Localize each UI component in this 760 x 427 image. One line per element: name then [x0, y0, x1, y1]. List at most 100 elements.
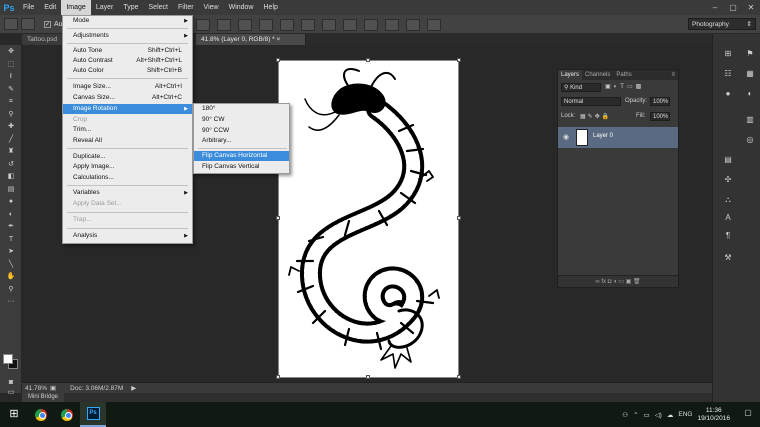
blur-tool-icon[interactable]: ● [3, 197, 19, 207]
pen-tool-icon[interactable]: ✒ [3, 222, 19, 232]
status-arrow-icon[interactable]: ▶ [131, 384, 136, 392]
clone-source-icon[interactable]: ⛬ [721, 194, 735, 206]
transform-handle[interactable] [366, 58, 370, 62]
transform-handle[interactable] [457, 58, 461, 62]
transform-handle[interactable] [366, 375, 370, 379]
document-canvas[interactable] [278, 60, 459, 378]
fill-input[interactable]: 100% [650, 112, 670, 121]
taskbar-photoshop[interactable]: Ps [80, 402, 106, 427]
tool-options-button[interactable] [21, 18, 35, 30]
menu-item-calculations[interactable]: Calculations... [63, 173, 192, 183]
menu-select[interactable]: Select [144, 0, 173, 15]
network-icon[interactable]: ▭ [644, 411, 650, 419]
align-right-button[interactable] [301, 19, 315, 31]
more-tools-icon[interactable]: ··· [3, 297, 19, 307]
distribute-vcenter-button[interactable] [343, 19, 357, 31]
menu-item-image-rotation[interactable]: Image Rotation ▶ [63, 104, 192, 114]
eyedropper-tool-icon[interactable]: ⚲ [3, 110, 19, 120]
swatches-icon[interactable]: ▦ [743, 68, 757, 80]
close-button[interactable]: ✕ [742, 0, 760, 15]
move-tool-preset-button[interactable] [4, 18, 18, 30]
history-brush-tool-icon[interactable]: ↺ [3, 160, 19, 170]
transform-handle[interactable] [457, 375, 461, 379]
tab-layers[interactable]: Layers [558, 70, 583, 80]
distribute-hcenter-button[interactable] [406, 19, 420, 31]
tab-channels[interactable]: Channels [582, 70, 613, 80]
tab-active-document[interactable]: 41.8% (Layer 0, RGB/8) * × [196, 34, 306, 45]
status-menu-icon[interactable]: ▣ [50, 384, 56, 392]
zoom-level[interactable]: 41.78% [22, 385, 47, 392]
align-top-button[interactable] [196, 19, 210, 31]
transform-handle[interactable] [276, 375, 280, 379]
menu-item-rotate-90-ccw[interactable]: 90° CCW [194, 126, 289, 136]
layer-filter-icons[interactable]: ▣◐T▭▩ [605, 83, 644, 90]
volume-icon[interactable]: ◁) [655, 411, 662, 419]
language-indicator[interactable]: ENG [678, 411, 692, 418]
menu-window[interactable]: Window [224, 0, 259, 15]
menu-edit[interactable]: Edit [39, 0, 61, 15]
distribute-top-button[interactable] [322, 19, 336, 31]
dodge-tool-icon[interactable]: ◐ [3, 210, 19, 220]
history-icon[interactable]: ⊞ [721, 48, 735, 60]
adjustments-icon[interactable]: ◐ [743, 88, 757, 100]
menu-item-variables[interactable]: Variables ▶ [63, 188, 192, 198]
menu-item-auto-tone[interactable]: Auto Tone Shift+Ctrl+L [63, 46, 192, 56]
align-hcenter-button[interactable] [280, 19, 294, 31]
foreground-color-swatch[interactable] [3, 354, 13, 364]
align-bottom-button[interactable] [238, 19, 252, 31]
gradient-tool-icon[interactable]: ▤ [3, 185, 19, 195]
menu-item-canvas-size[interactable]: Canvas Size... Alt+Ctrl+C [63, 93, 192, 103]
workspace-select[interactable]: Photography ⇕ [688, 18, 756, 30]
menu-item-flip-horizontal[interactable]: Flip Canvas Horizontal [194, 151, 289, 161]
type-tool-icon[interactable]: T [3, 235, 19, 245]
layer-actions-icons[interactable]: ∞ fx ◘ ◑ ▭ ▣ 🗑 [595, 278, 640, 285]
hand-tool-icon[interactable]: ✋ [3, 272, 19, 282]
menu-image[interactable]: Image [61, 0, 91, 15]
tab-paths[interactable]: Paths [613, 70, 634, 80]
menu-item-auto-color[interactable]: Auto Color Shift+Ctrl+B [63, 66, 192, 76]
opacity-input[interactable]: 100% [650, 97, 670, 106]
menu-type[interactable]: Type [118, 0, 143, 15]
onedrive-icon[interactable]: ☁ [667, 411, 674, 419]
brushes-icon[interactable]: ✣ [721, 174, 735, 186]
channels-icon[interactable]: ◎ [743, 134, 757, 146]
menu-help[interactable]: Help [259, 0, 283, 15]
notifications-icon[interactable]: ▢ [742, 408, 754, 420]
menu-layer[interactable]: Layer [91, 0, 119, 15]
transform-handle[interactable] [457, 216, 461, 220]
eraser-tool-icon[interactable]: ◧ [3, 172, 19, 182]
path-select-tool-icon[interactable]: ➤ [3, 247, 19, 257]
move-tool-icon[interactable]: ✥ [3, 47, 19, 57]
crop-tool-icon[interactable]: ⌗ [3, 97, 19, 107]
paragraph-icon[interactable]: ¶ [721, 230, 735, 242]
menu-item-trim[interactable]: Trim... [63, 125, 192, 135]
blend-mode-select[interactable]: Normal [561, 97, 621, 106]
eye-icon[interactable]: ◉ [563, 133, 569, 141]
quick-mask-icon[interactable]: ◙ [3, 378, 19, 388]
maximize-button[interactable]: ▢ [724, 0, 742, 15]
layer-name[interactable]: Layer 0 [593, 133, 613, 139]
menu-item-rotate-180[interactable]: 180° [194, 104, 289, 114]
menu-item-duplicate[interactable]: Duplicate... [63, 152, 192, 162]
align-left-button[interactable] [259, 19, 273, 31]
layer-filter-select[interactable]: ⚲ Kind [561, 83, 601, 92]
menu-item-reveal-all[interactable]: Reveal All [63, 136, 192, 146]
panel-menu-icon[interactable]: ≡ [671, 70, 678, 80]
distribute-right-button[interactable] [427, 19, 441, 31]
chevron-up-icon[interactable]: ⌃ [633, 411, 638, 419]
color-icon[interactable]: ⚑ [743, 48, 757, 60]
brush-presets-icon[interactable]: ▤ [721, 154, 735, 166]
styles-icon[interactable]: ▥ [743, 114, 757, 126]
shape-tool-icon[interactable]: ╲ [3, 260, 19, 270]
layer-row[interactable]: ◉ Layer 0 [558, 127, 678, 148]
taskbar-chrome-1[interactable] [28, 402, 54, 427]
menu-item-analysis[interactable]: Analysis ▶ [63, 231, 192, 241]
mini-bridge-tab[interactable]: Mini Bridge [22, 393, 65, 402]
lock-icons[interactable]: ▦✎✥🔒 [580, 113, 611, 120]
menu-filter[interactable]: Filter [173, 0, 199, 15]
menu-item-mode[interactable]: Mode ▶ [63, 16, 192, 26]
menu-item-auto-contrast[interactable]: Auto Contrast Alt+Shift+Ctrl+L [63, 56, 192, 66]
transform-handle[interactable] [276, 58, 280, 62]
menu-item-image-size[interactable]: Image Size... Alt+Ctrl+I [63, 82, 192, 92]
align-vcenter-button[interactable] [217, 19, 231, 31]
